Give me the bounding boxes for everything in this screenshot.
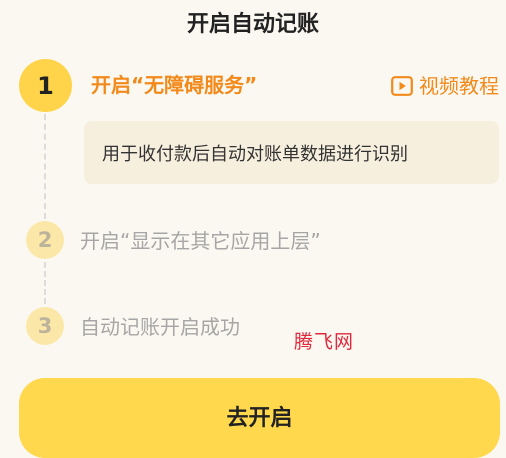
watermark-text: 腾飞网	[294, 331, 355, 353]
step-connector-1-2	[44, 114, 46, 219]
step-3-number-badge: 3	[26, 307, 64, 345]
step-2-title: 开启“显示在其它应用上层”	[80, 229, 321, 253]
video-tutorial-label: 视频教程	[419, 74, 499, 98]
page-title: 开启自动记账	[186, 12, 319, 37]
step-1-number-badge: 1	[19, 59, 72, 112]
step-1-description-text: 用于收付款后自动对账单数据进行识别	[102, 143, 408, 165]
play-icon	[391, 76, 413, 96]
step-connector-2-3	[44, 262, 46, 304]
go-enable-button[interactable]: 去开启	[19, 378, 500, 458]
step-1-title: 开启“无障碍服务”	[91, 73, 258, 97]
step-2-number-badge: 2	[26, 221, 64, 259]
step-1-description: 用于收付款后自动对账单数据进行识别	[84, 121, 499, 184]
video-tutorial-link[interactable]: 视频教程	[391, 71, 499, 101]
step-3-title: 自动记账开启成功	[80, 315, 240, 339]
